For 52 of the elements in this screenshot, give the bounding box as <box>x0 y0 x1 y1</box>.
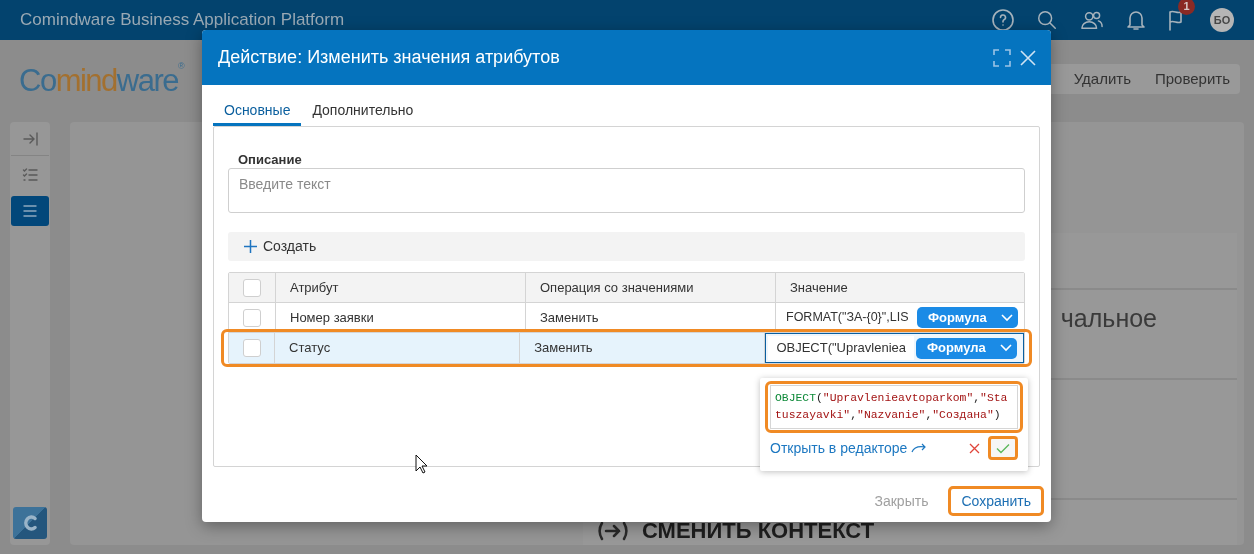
check-icon <box>996 442 1010 454</box>
chevron-down-icon <box>1000 313 1013 322</box>
arrow-right-icon <box>598 520 628 542</box>
formula-code[interactable]: OBJECT("Upravlenieavtoparkom","Statuszayavki","Nazvanie","Создана") <box>770 385 1018 429</box>
section-heading: чальное <box>1060 303 1157 334</box>
logo-text: Comindware <box>19 64 179 96</box>
column-header: Значение <box>790 278 848 297</box>
value-input[interactable]: OBJECT("Upravleniea <box>768 336 914 360</box>
save-button[interactable]: Сохранить <box>948 486 1044 516</box>
column-header: Операция со значениями <box>540 278 694 297</box>
create-button[interactable]: Создать <box>228 232 1025 261</box>
search-icon[interactable] <box>1036 9 1058 31</box>
checkbox[interactable] <box>243 308 261 327</box>
checklist-icon <box>22 167 38 183</box>
chevron-down-icon <box>999 344 1012 352</box>
toolbar-button[interactable]: Проверить <box>1155 67 1230 91</box>
tab[interactable]: Основные <box>213 97 302 126</box>
users-icon[interactable] <box>1079 9 1105 31</box>
registered-mark: ® <box>178 60 185 73</box>
description-field[interactable]: Введите текст <box>228 168 1025 213</box>
sidebar-button[interactable] <box>11 196 49 226</box>
bell-icon[interactable] <box>1126 9 1146 31</box>
table-cell-text: Номер заявки <box>290 308 374 327</box>
help-icon[interactable] <box>991 8 1015 32</box>
app-title: Comindware Business Application Platform <box>20 9 345 32</box>
tab[interactable]: Дополнительно <box>301 97 425 126</box>
table-cell-text: Заменить <box>534 339 593 358</box>
collapse-icon <box>22 130 38 147</box>
checkbox[interactable] <box>243 278 261 297</box>
column-header: Атрибут <box>290 278 339 297</box>
arrow-icon <box>911 443 928 453</box>
table-cell-text: FORMAT("ЗА-{0}",LIS <box>786 309 909 327</box>
field-label: Описание <box>237 151 303 166</box>
list-icon <box>22 203 38 219</box>
app-logo-tile[interactable] <box>13 507 47 539</box>
toolbar-button[interactable]: Удалить <box>1073 67 1131 91</box>
table-cell-text: Статус <box>289 339 331 358</box>
dialog-title: Действие: Изменить значения атрибутов <box>218 46 560 69</box>
plus-icon <box>244 240 257 253</box>
formula-dropdown[interactable]: Формула <box>916 337 1017 359</box>
section-heading: СМЕНИТЬ КОНТЕКСТ <box>642 520 875 542</box>
open-in-editor-link[interactable]: Открыть в редакторе <box>770 437 928 459</box>
expand-icon[interactable] <box>993 48 1011 67</box>
c-logo-icon <box>22 513 38 533</box>
table-cell-text: Заменить <box>540 308 599 327</box>
confirm-button[interactable] <box>988 436 1018 460</box>
mouse-pointer-icon <box>415 454 428 474</box>
user-avatar[interactable]: БО <box>1210 8 1234 32</box>
checkbox[interactable] <box>242 339 261 357</box>
close-icon[interactable] <box>969 442 980 454</box>
notification-badge: 1 <box>1178 0 1195 15</box>
formula-dropdown[interactable]: Формула <box>917 307 1018 328</box>
